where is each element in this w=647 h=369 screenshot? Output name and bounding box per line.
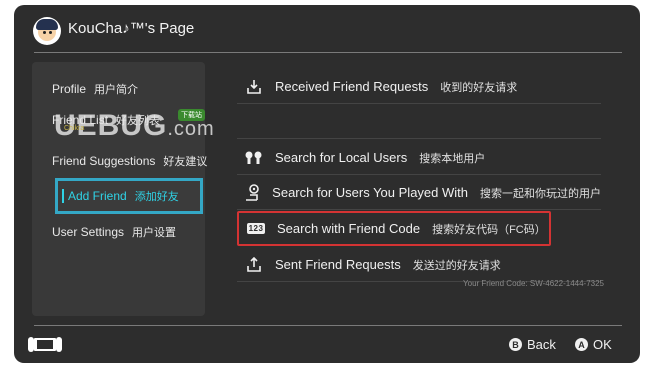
menu-item-label: Sent Friend Requests — [275, 257, 401, 272]
sidebar-item-label: Profile — [52, 82, 87, 96]
menu-item-label-cn: 发送过的好友请求 — [412, 259, 501, 272]
sidebar-item-add-friend[interactable]: Add Friend 添加好友 — [55, 178, 203, 214]
friend-code-badge: 123 — [246, 223, 266, 234]
switch-console-icon — [28, 337, 62, 352]
back-button-label: Back — [527, 337, 556, 352]
back-button[interactable]: B Back — [509, 337, 556, 352]
menu-item-label-cn: 收到的好友请求 — [440, 81, 518, 94]
menu-item-label: Search for Users You Played With — [272, 185, 468, 200]
menu-item-sent-requests[interactable]: Sent Friend Requests 发送过的好友请求 — [237, 247, 601, 282]
outbox-upload-icon — [243, 255, 265, 275]
ok-button-label: OK — [593, 337, 612, 352]
switch-screen: KouCha♪™'s Page Profile 用户简介 Friend List 好… — [14, 5, 640, 363]
menu-item-label: Search with Friend Code — [277, 221, 421, 236]
local-users-icon — [243, 148, 265, 168]
user-avatar[interactable] — [33, 17, 61, 45]
sidebar-item-label-cn: 用户简介 — [94, 84, 139, 96]
add-friend-menu: Received Friend Requests 收到的好友请求 Search … — [237, 67, 607, 307]
b-button-icon: B — [509, 338, 522, 351]
menu-item-local-users[interactable]: Search for Local Users 搜索本地用户 — [237, 140, 601, 175]
friend-code-icon: 123 — [245, 219, 267, 239]
inbox-download-icon — [243, 77, 265, 97]
sidebar-item-profile[interactable]: Profile 用户简介 — [52, 81, 138, 97]
a-button-icon: A — [575, 338, 588, 351]
sidebar-item-label: Friend List — [52, 113, 109, 127]
played-with-icon — [243, 183, 262, 203]
sidebar-item-friend-suggestions[interactable]: Friend Suggestions 好友建议 — [52, 153, 207, 169]
sidebar-item-label: User Settings — [52, 225, 125, 239]
sidebar: Profile 用户简介 Friend List 好友列表 Friend Sugge… — [32, 62, 207, 316]
menu-item-label-cn: 搜索一起和你玩过的用户 — [480, 187, 601, 200]
sidebar-item-label-cn: 添加好友 — [134, 191, 179, 203]
ok-button[interactable]: A OK — [575, 337, 612, 352]
menu-item-friend-code[interactable]: 123 Search with Friend Code 搜索好友代码（FC码） — [237, 211, 551, 246]
menu-item-label: Received Friend Requests — [275, 79, 429, 94]
sidebar-item-user-settings[interactable]: User Settings 用户设置 — [52, 224, 176, 240]
menu-item-played-with[interactable]: Search for Users You Played With 搜索一起和你玩… — [237, 175, 601, 210]
sidebar-item-label-cn: 好友列表 — [116, 115, 161, 127]
sidebar-item-label-cn: 好友建议 — [163, 156, 208, 168]
footer: B Back A OK — [14, 327, 640, 363]
header-divider — [34, 52, 622, 53]
sidebar-item-label: Friend Suggestions — [52, 154, 156, 168]
sidebar-item-friend-list[interactable]: Friend List 好友列表 — [52, 112, 160, 128]
footer-divider — [34, 325, 622, 326]
menu-spacer — [237, 104, 601, 139]
menu-item-label-cn: 搜索好友代码（FC码） — [432, 223, 546, 236]
header: KouCha♪™'s Page — [14, 5, 640, 52]
menu-item-label-cn: 搜索本地用户 — [419, 152, 486, 165]
sidebar-item-label-cn: 用户设置 — [132, 227, 177, 239]
friend-code-text: Your Friend Code: SW-4622-1444-7325 — [463, 279, 604, 288]
menu-item-received-requests[interactable]: Received Friend Requests 收到的好友请求 — [237, 69, 601, 104]
page-title: KouCha♪™'s Page — [68, 20, 195, 37]
sidebar-item-label: Add Friend — [68, 189, 127, 203]
menu-item-label: Search for Local Users — [275, 150, 408, 165]
